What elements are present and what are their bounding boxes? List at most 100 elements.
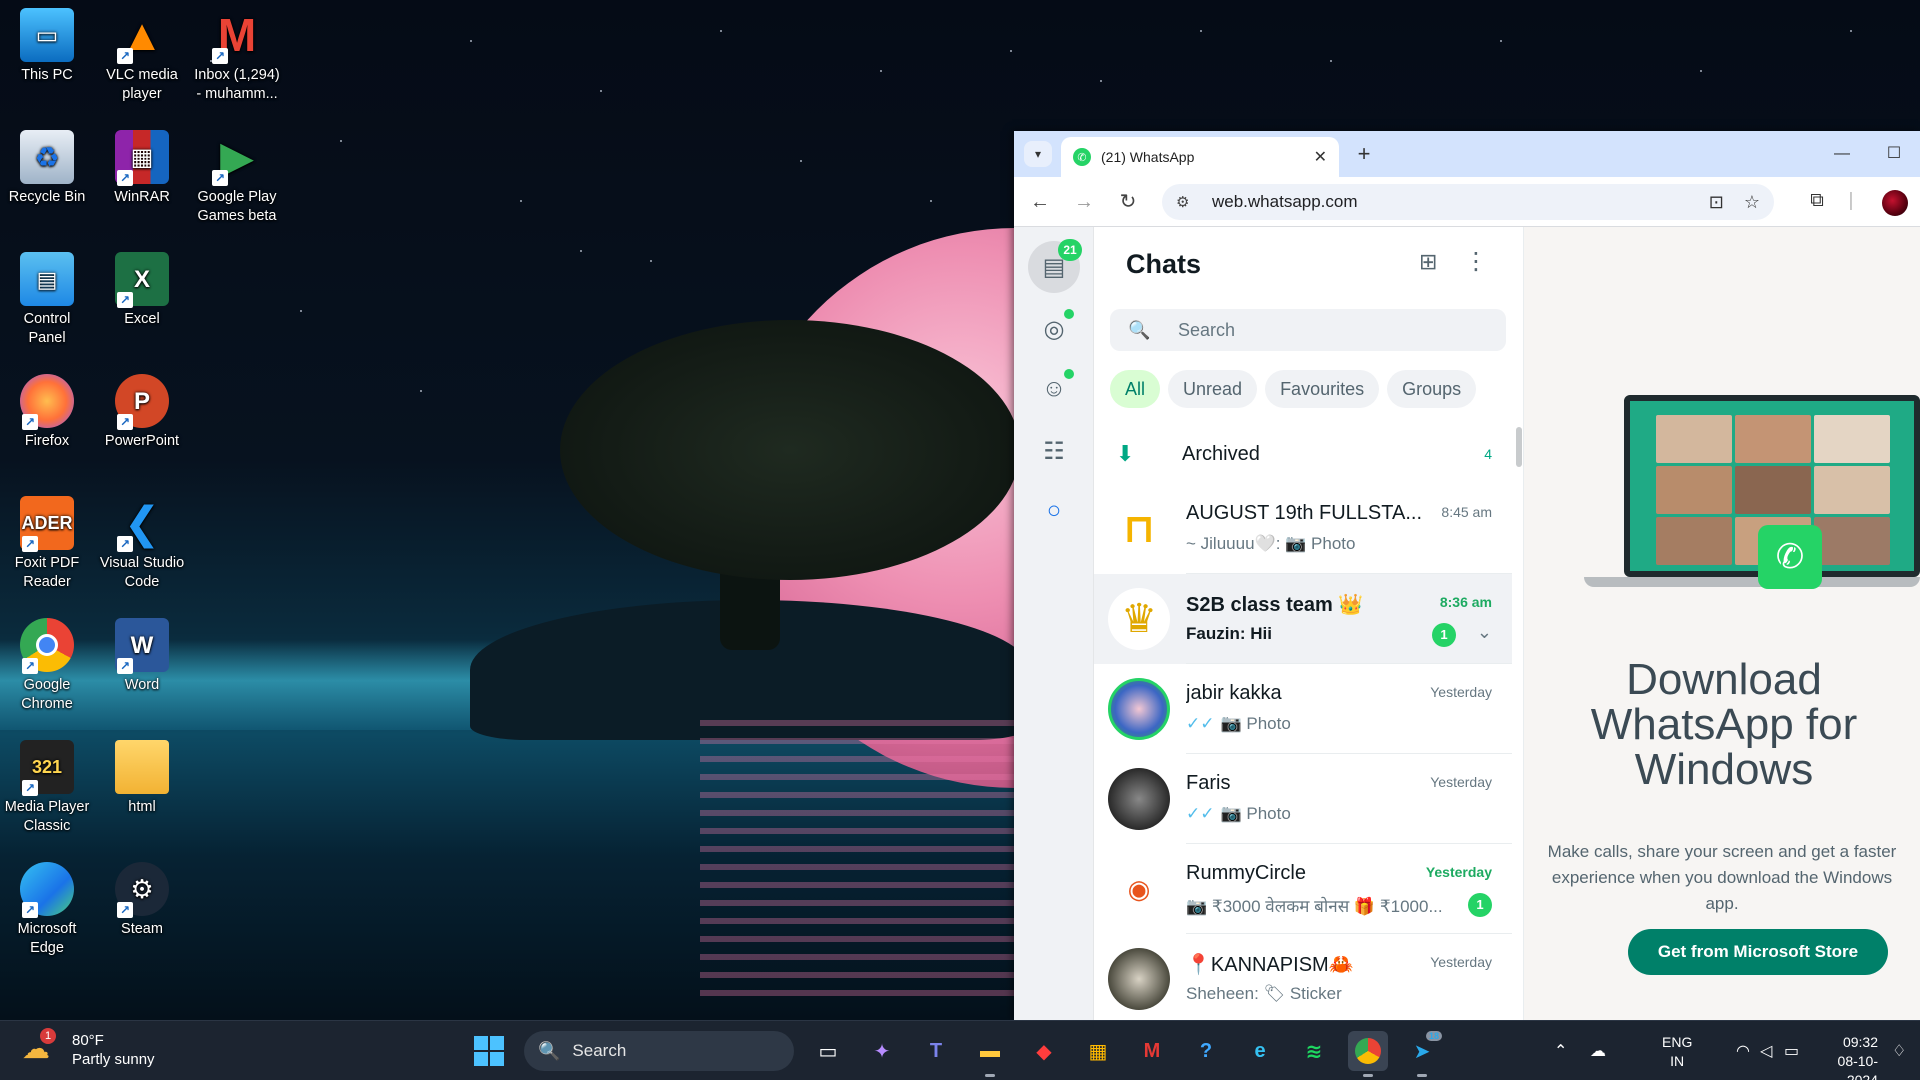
- communities-nav-button[interactable]: ☷: [1028, 425, 1080, 477]
- chat-time: Yesterday: [1425, 864, 1492, 880]
- filter-unread[interactable]: Unread: [1168, 370, 1258, 408]
- status-nav-button[interactable]: ◎: [1028, 303, 1080, 355]
- desktop-icon-media-player-classic[interactable]: 321 ↗ Media Player Classic: [4, 740, 90, 836]
- start-button[interactable]: [474, 1036, 504, 1066]
- taskbar-search[interactable]: 🔍 Search: [524, 1031, 794, 1071]
- onedrive-cloud-icon[interactable]: ☁: [1590, 1041, 1606, 1061]
- tab-strip: ▾ ✆ (21) WhatsApp ✕ + — ☐: [1014, 131, 1920, 177]
- battery-icon[interactable]: ▭: [1784, 1041, 1799, 1061]
- desktop-icon-this-pc[interactable]: ▭ This PC: [4, 8, 90, 85]
- anydesk-icon[interactable]: ◆: [1024, 1031, 1064, 1071]
- chat-row[interactable]: jabir kakka Yesterday ✓✓ 📷 Photo: [1094, 664, 1512, 754]
- whatsapp-logo-icon: ✆: [1758, 525, 1822, 589]
- extensions-icon[interactable]: ⧉: [1804, 190, 1830, 212]
- new-chat-icon[interactable]: ⊞: [1419, 249, 1437, 275]
- install-app-icon[interactable]: ⊡: [1709, 192, 1724, 213]
- desktop-icon-label: Visual Studio Code: [99, 555, 185, 590]
- get-help-icon[interactable]: ?: [1186, 1031, 1226, 1071]
- site-info-icon[interactable]: ⚙: [1176, 193, 1200, 211]
- address-bar[interactable]: ⚙ web.whatsapp.com ⊡ ☆: [1162, 184, 1774, 220]
- desktop-icon-label: Google Play Games beta: [197, 189, 277, 224]
- copilot-icon[interactable]: ✦: [862, 1031, 902, 1071]
- desktop-icon-chrome[interactable]: ↗ Google Chrome: [4, 618, 90, 714]
- tab-search-button[interactable]: ▾: [1024, 141, 1052, 167]
- bookmark-star-icon[interactable]: ☆: [1744, 192, 1760, 213]
- weather-widget[interactable]: ☁ 1 80°F Partly sunny: [22, 1028, 155, 1069]
- back-button[interactable]: ←: [1026, 188, 1054, 216]
- search-field[interactable]: 🔍: [1110, 309, 1506, 351]
- desktop-icon-steam[interactable]: ⚙ ↗ Steam: [99, 862, 185, 939]
- double-check-icon: ✓✓: [1186, 714, 1215, 733]
- clock-time: 09:32: [1842, 1034, 1878, 1050]
- water-reflection: [700, 720, 1020, 1000]
- channels-nav-button[interactable]: ☺: [1028, 363, 1080, 415]
- chrome-taskbar-icon[interactable]: [1348, 1031, 1388, 1077]
- desktop-icon-html-folder[interactable]: html: [99, 740, 185, 817]
- chat-list-scrollbar[interactable]: [1516, 427, 1522, 467]
- desktop-icon-edge[interactable]: ↗ Microsoft Edge: [4, 862, 90, 958]
- chevron-up-icon[interactable]: ⌃: [1554, 1041, 1567, 1061]
- chat-row[interactable]: ♛ S2B class team 👑 8:36 am Fauzin: Hii 1…: [1094, 574, 1512, 664]
- desktop-icon-firefox[interactable]: ↗ Firefox: [4, 374, 90, 451]
- chat-row[interactable]: Faris Yesterday ✓✓ 📷 Photo: [1094, 754, 1512, 844]
- notification-bell-icon[interactable]: ♢: [1892, 1041, 1906, 1061]
- wifi-icon[interactable]: ◠: [1736, 1041, 1750, 1061]
- desktop-icon-control-panel[interactable]: ▤ Control Panel: [4, 252, 90, 348]
- desktop-icon-vscode[interactable]: ❮ ↗ Visual Studio Code: [99, 496, 185, 592]
- chats-nav-button[interactable]: ▤ 21: [1028, 239, 1082, 293]
- search-input[interactable]: [1178, 319, 1498, 341]
- teams-icon[interactable]: T: [916, 1031, 956, 1071]
- archived-row[interactable]: ⬇ Archived 4: [1094, 424, 1524, 484]
- telegram-icon[interactable]: ➤ 18: [1402, 1031, 1442, 1077]
- chat-time: Yesterday: [1430, 954, 1492, 970]
- double-check-icon: ✓✓: [1186, 804, 1215, 823]
- chat-name: AUGUST 19th FULLSTA...: [1186, 502, 1423, 524]
- chat-name: Faris: [1186, 772, 1231, 794]
- volume-icon[interactable]: ◁: [1760, 1041, 1772, 1061]
- desktop-icon-winrar[interactable]: ▦ ↗ WinRAR: [99, 130, 185, 207]
- language-indicator[interactable]: ENG IN: [1662, 1033, 1692, 1071]
- desktop-icon-recycle-bin[interactable]: ♻ Recycle Bin: [4, 130, 90, 207]
- spotify-icon[interactable]: ≋: [1294, 1031, 1334, 1071]
- desktop-icon-powerpoint[interactable]: P ↗ PowerPoint: [99, 374, 185, 451]
- desktop-icon-play-games[interactable]: ▶ ↗ Google Play Games beta: [194, 130, 280, 226]
- desktop-icon-foxit[interactable]: ADER ↗ Foxit PDF Reader: [4, 496, 90, 592]
- chevron-down-icon[interactable]: ⌄: [1477, 622, 1492, 643]
- minimize-button[interactable]: —: [1822, 139, 1862, 169]
- close-tab-icon[interactable]: ✕: [1314, 147, 1327, 167]
- meta-ai-nav-button[interactable]: ○: [1028, 485, 1080, 537]
- tab-whatsapp[interactable]: ✆ (21) WhatsApp ✕: [1061, 137, 1339, 177]
- unread-count-badge: 1: [1432, 623, 1456, 647]
- chat-time: Yesterday: [1430, 774, 1492, 790]
- desktop-icon-excel[interactable]: X ↗ Excel: [99, 252, 185, 329]
- microsoft-store-icon[interactable]: ▦: [1078, 1031, 1118, 1071]
- chat-row[interactable]: 📍KANNAPISM🦀 Yesterday Sheheen: 🏷 Sticker: [1094, 934, 1512, 1020]
- desktop-icon-vlc[interactable]: ▲ ↗ VLC media player: [99, 8, 185, 104]
- menu-icon[interactable]: ⋮: [1464, 247, 1488, 276]
- task-view-icon[interactable]: ▭: [808, 1031, 848, 1071]
- chat-row[interactable]: ⊓ AUGUST 19th FULLSTA... 8:45 am ~ Jiluu…: [1094, 484, 1512, 574]
- filter-favourites[interactable]: Favourites: [1265, 370, 1380, 408]
- forward-button[interactable]: →: [1070, 188, 1098, 216]
- desktop-icon-word[interactable]: W ↗ Word: [99, 618, 185, 695]
- edge-icon[interactable]: e: [1240, 1031, 1280, 1071]
- desktop-icon-gmail[interactable]: M ↗ Inbox (1,294) - muhamm...: [194, 8, 280, 104]
- mcafee-icon[interactable]: M: [1132, 1031, 1172, 1071]
- filter-all[interactable]: All: [1110, 370, 1161, 408]
- clock[interactable]: 09:32 08-10-2024: [1808, 1033, 1878, 1080]
- profile-avatar[interactable]: [1882, 190, 1908, 216]
- get-from-store-button[interactable]: Get from Microsoft Store: [1628, 929, 1888, 975]
- file-explorer-icon[interactable]: ▬: [970, 1031, 1010, 1077]
- desktop-icon-label: Media Player Classic: [4, 799, 90, 834]
- maximize-button[interactable]: ☐: [1874, 139, 1914, 169]
- monitor-icon: ▭: [20, 8, 74, 62]
- unread-chats-badge: 21: [1058, 239, 1082, 261]
- group-avatar: ⊓: [1108, 498, 1170, 560]
- gmail-icon: M ↗: [210, 8, 264, 64]
- laptop-illustration: ✆: [1584, 395, 1920, 595]
- filter-groups[interactable]: Groups: [1387, 370, 1477, 408]
- reload-button[interactable]: ↻: [1114, 188, 1142, 216]
- desktop-icon-label: Word: [124, 677, 160, 693]
- chat-row[interactable]: ◉ RummyCircle Yesterday 📷 ₹3000 वेलकम बो…: [1094, 844, 1512, 934]
- new-tab-button[interactable]: +: [1350, 140, 1378, 168]
